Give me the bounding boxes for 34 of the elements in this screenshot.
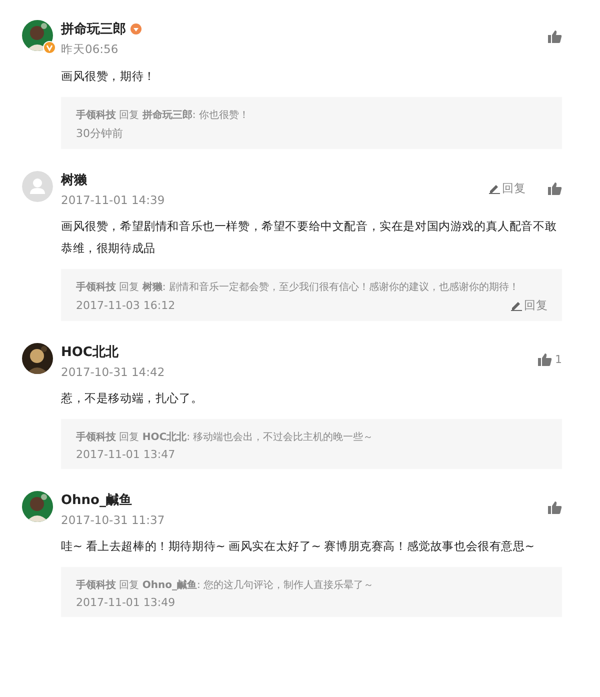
author-name: HOC北北	[61, 344, 118, 361]
thumbs-up-icon	[548, 501, 562, 514]
pencil-icon	[489, 183, 500, 194]
author-name: 树獭	[61, 172, 87, 189]
comment-text: 惹，不是移动端，扎心了。	[61, 390, 204, 407]
reply-time: 2017-11-01 13:47	[76, 448, 176, 461]
comment-text: 画风很赞，希望剧情和音乐也一样赞，希望不要给中文配音，实在是对国内游戏的真人配音不敢恭维，很期待成品	[61, 218, 558, 257]
reply-button[interactable]: 回复	[489, 181, 526, 196]
author-name: 拼命玩三郎	[61, 20, 126, 38]
reply-text: 手领科技 回复 拼命玩三郎: 你也很赞！	[76, 108, 250, 123]
thumbs-up-icon	[548, 182, 562, 195]
reply-button[interactable]: 回复	[511, 298, 548, 313]
comment-time: 昨天06:56	[61, 42, 120, 57]
like-button[interactable]	[548, 501, 562, 514]
pencil-icon	[511, 300, 522, 311]
comment-time: 2017-11-01 14:39	[61, 193, 165, 207]
reply-text: 手领科技 回复 Ohno_鹹鱼: 您的这几句评论，制作人直接乐晕了～	[76, 578, 375, 593]
reply-time: 2017-11-03 16:12	[76, 299, 176, 312]
medal-icon	[130, 22, 143, 36]
reply-text: 手领科技 回复 树獭: 剧情和音乐一定都会赞，至少我们很有信心！感谢你的建议，也感谢你的期待！	[76, 280, 520, 295]
reply-text: 手领科技 回复 HOC北北: 移动端也会出，不过会比主机的晚一些～	[76, 430, 374, 445]
avatar	[22, 171, 53, 202]
comment-time: 2017-10-31 14:42	[61, 365, 165, 379]
like-button[interactable]	[548, 182, 562, 195]
author-name: Ohno_鹹鱼	[61, 492, 132, 509]
reply-time: 30分钟前	[76, 126, 123, 141]
comment-text: 哇~ 看上去超棒的！期待期待~ 画风实在太好了~ 赛博朋克赛高！感觉故事也会很有意思~	[61, 538, 536, 555]
comment-text: 画风很赞，期待！	[61, 68, 156, 85]
thumbs-up-icon	[548, 30, 562, 43]
reply-time: 2017-11-01 13:49	[76, 596, 176, 609]
comment-time: 2017-10-31 11:37	[61, 513, 165, 527]
like-button[interactable]: 1	[538, 353, 562, 366]
like-button[interactable]	[548, 30, 562, 43]
thumbs-up-icon	[538, 353, 552, 366]
